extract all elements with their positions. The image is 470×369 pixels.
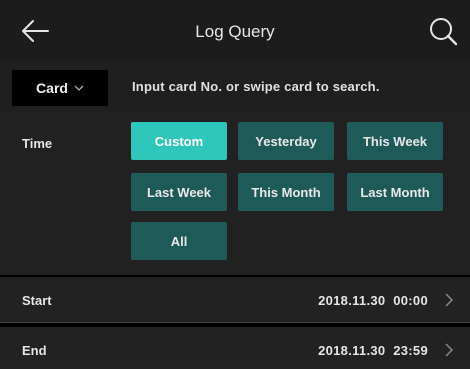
- time-option-this-week[interactable]: This Week: [347, 122, 443, 160]
- header-bar: Log Query: [0, 0, 470, 62]
- time-option-all[interactable]: All: [131, 222, 227, 260]
- search-type-dropdown[interactable]: Card: [12, 70, 108, 106]
- time-filter-section: Time Custom Yesterday This Week Last Wee…: [0, 112, 470, 275]
- time-option-custom[interactable]: Custom: [131, 122, 227, 160]
- end-value: 2018.11.30 23:59: [318, 343, 428, 358]
- time-option-last-month[interactable]: Last Month: [347, 173, 443, 211]
- time-option-last-week[interactable]: Last Week: [131, 173, 227, 211]
- page-title: Log Query: [195, 22, 275, 41]
- start-time-row[interactable]: Start 2018.11.30 00:00: [0, 277, 470, 323]
- search-type-value: Card: [36, 80, 68, 96]
- chevron-right-icon: [445, 343, 454, 357]
- chevron-down-icon: [74, 85, 84, 91]
- time-label: Time: [22, 136, 53, 151]
- end-time-row[interactable]: End 2018.11.30 23:59: [0, 327, 470, 369]
- time-option-this-month[interactable]: This Month: [238, 173, 334, 211]
- start-label: Start: [22, 293, 52, 308]
- search-row: Card Input card No. or swipe card to sea…: [0, 62, 470, 112]
- search-input[interactable]: Input card No. or swipe card to search.: [132, 79, 380, 94]
- search-icon[interactable]: [426, 14, 460, 48]
- end-label: End: [22, 343, 47, 358]
- start-value: 2018.11.30 00:00: [318, 293, 428, 308]
- time-option-yesterday[interactable]: Yesterday: [238, 122, 334, 160]
- chevron-right-icon: [445, 293, 454, 307]
